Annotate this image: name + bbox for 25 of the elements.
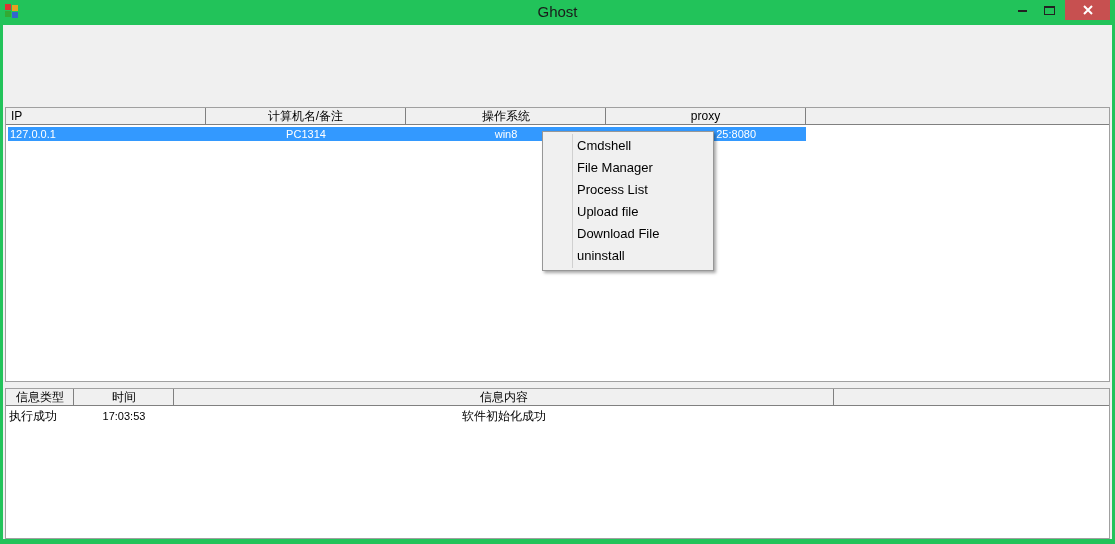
column-header[interactable]: 操作系统 <box>406 108 606 124</box>
table-cell-text: win8 <box>493 127 519 141</box>
table-cell-text: 25:8080 <box>715 127 757 141</box>
app-icon <box>4 3 20 19</box>
table-cell-text: 17:03:53 <box>101 409 147 424</box>
table-cell-text: 执行成功 <box>8 408 58 424</box>
table-cell-text: 127.0.0.1 <box>9 127 57 141</box>
maximize-icon <box>1044 5 1055 15</box>
minimize-icon <box>1018 8 1027 12</box>
column-header[interactable]: 计算机名/备注 <box>206 108 406 124</box>
window-title: Ghost <box>537 2 578 23</box>
column-header[interactable]: proxy <box>606 108 806 124</box>
menu-item[interactable]: Download File <box>543 223 713 245</box>
menu-item[interactable]: Process List <box>543 179 713 201</box>
column-header[interactable]: 信息类型 <box>6 389 74 405</box>
menu-item[interactable]: Upload file <box>543 201 713 223</box>
column-header[interactable]: 时间 <box>74 389 174 405</box>
column-header[interactable]: IP <box>6 108 206 124</box>
close-icon <box>1082 5 1093 15</box>
column-header[interactable]: 信息内容 <box>174 389 834 405</box>
menu-item[interactable]: File Manager <box>543 157 713 179</box>
menu-item[interactable]: uninstall <box>543 245 713 267</box>
close-button[interactable] <box>1065 0 1110 20</box>
table-cell-text: 软件初始化成功 <box>461 408 547 424</box>
table-cell-text: PC1314 <box>285 127 327 141</box>
